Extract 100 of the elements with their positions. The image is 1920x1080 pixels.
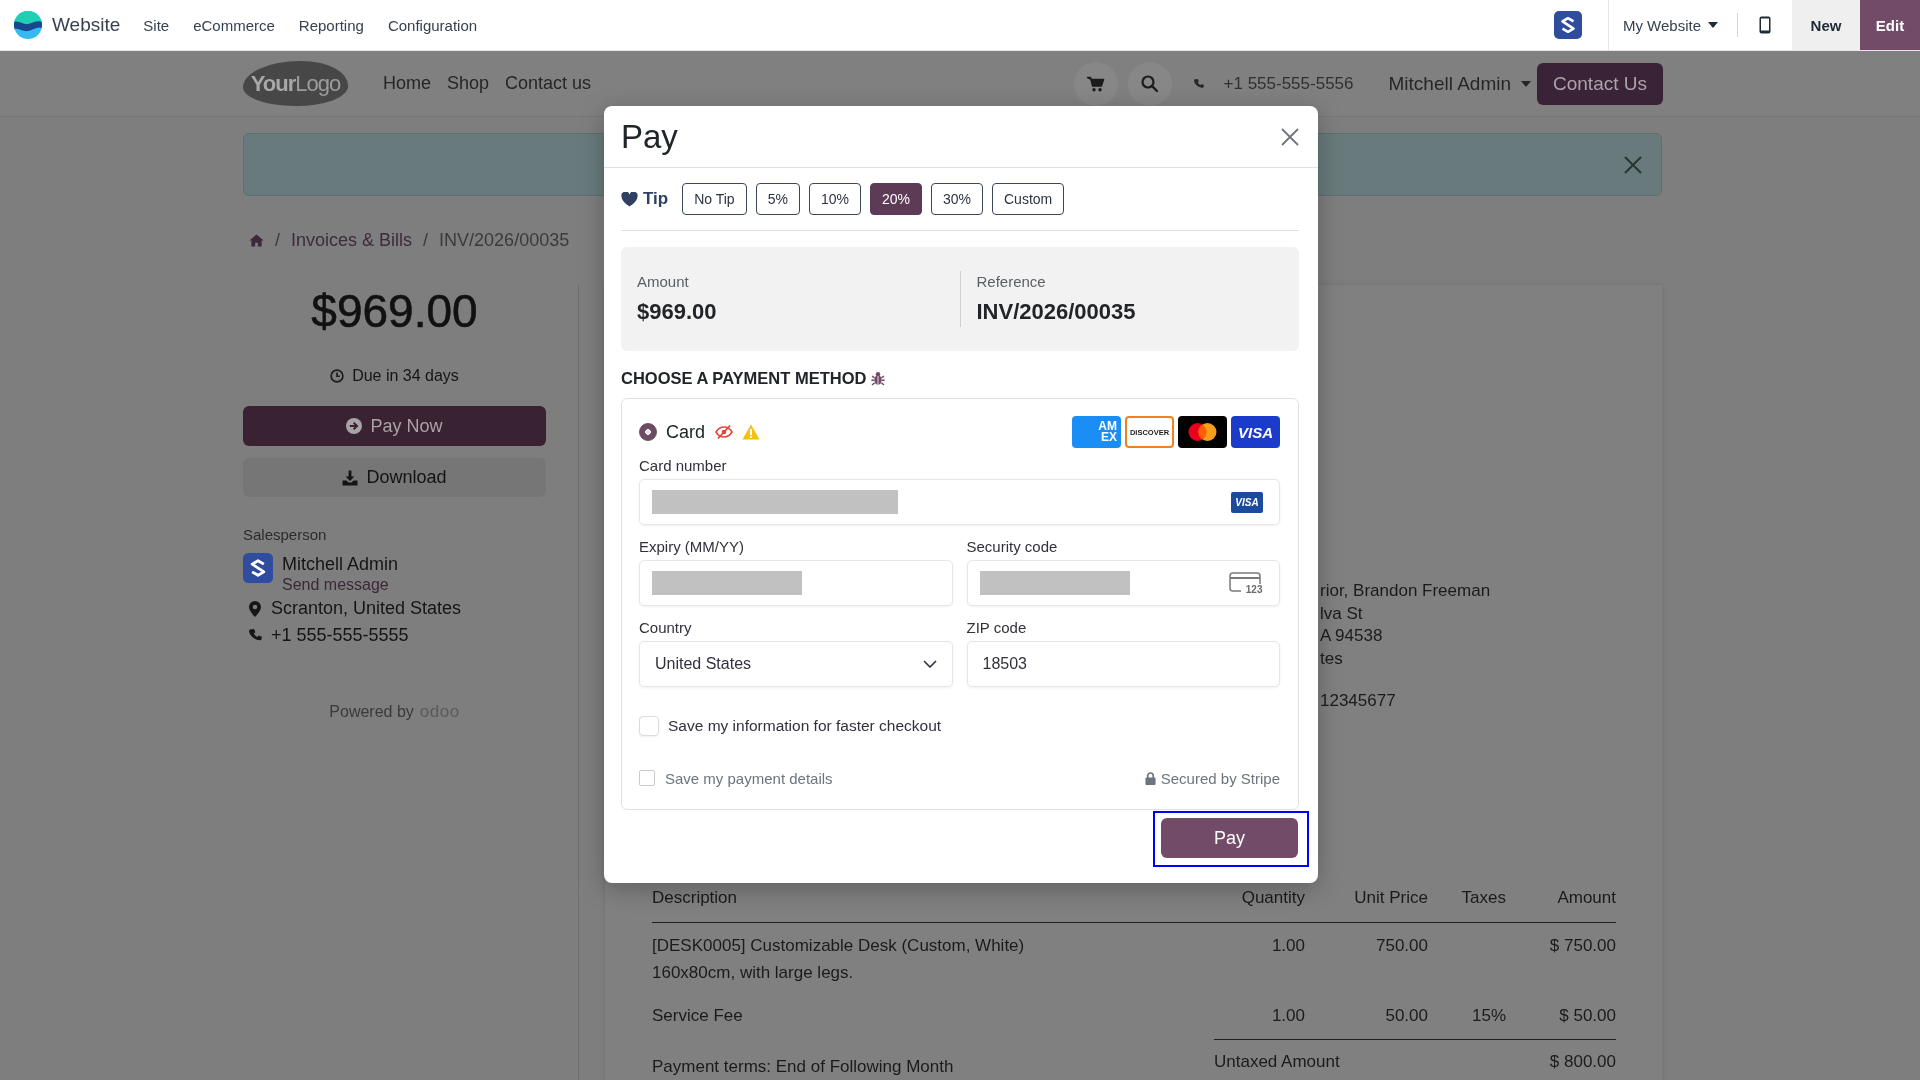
- breadcrumb-separator: /: [423, 229, 429, 251]
- clock-icon: [330, 369, 345, 383]
- nav-link[interactable]: Contact us: [497, 73, 600, 94]
- salesperson-label: Salesperson: [243, 525, 327, 545]
- close-icon[interactable]: [1281, 127, 1299, 146]
- contact-text: Scranton, United States: [271, 597, 462, 620]
- input-field[interactable]: [639, 560, 953, 606]
- powered-by-text: Powered by: [329, 703, 414, 721]
- security-note: Secured by Stripe: [1160, 769, 1280, 787]
- total-value: $ 800.00: [1549, 1050, 1616, 1073]
- summary-label: Amount: [637, 272, 689, 292]
- card-brand-logo: AM EX: [1072, 416, 1121, 448]
- input-field[interactable]: 18503: [966, 641, 1280, 687]
- s-logo-icon[interactable]: [1553, 11, 1582, 39]
- pay-button[interactable]: Pay: [1161, 818, 1298, 858]
- payment-terms: Payment terms: End of Following Month: [652, 1055, 954, 1078]
- checkbox-label: Save my payment details: [665, 769, 833, 787]
- sidebar-button[interactable]: Download: [243, 458, 546, 497]
- contact-text: +1 555-555-5555: [271, 624, 409, 647]
- card-brand-icon: [1178, 416, 1227, 448]
- total-label: Untaxed Amount: [1214, 1050, 1340, 1073]
- table-cell: 1.00: [1271, 1005, 1305, 1025]
- nav-link[interactable]: Home: [375, 73, 439, 94]
- action-button[interactable]: New: [1792, 0, 1860, 50]
- avatar-icon: [243, 553, 273, 583]
- menu-item[interactable]: Reporting: [286, 0, 376, 50]
- reference-value: INV/2026/00035: [976, 298, 1136, 326]
- salesperson-name: Mitchell Admin: [282, 553, 399, 575]
- input-field[interactable]: 123: [966, 560, 1280, 606]
- menu-item[interactable]: Site: [131, 0, 182, 50]
- table-cell: $ 50.00: [1559, 1005, 1616, 1025]
- address-line: tes: [1320, 647, 1343, 670]
- input-field[interactable]: VISA: [639, 479, 1280, 525]
- field-label: Card number: [639, 457, 727, 475]
- due-date: Due in 34 days: [352, 366, 459, 386]
- card-brand-badge: VISA: [1231, 491, 1263, 513]
- breadcrumb-current: INV/2026/00035: [439, 229, 570, 251]
- phone-icon: [1193, 76, 1204, 91]
- method-label: Card: [666, 421, 705, 443]
- home-icon[interactable]: [249, 233, 264, 247]
- table-cell: 50.00: [1385, 1005, 1428, 1025]
- contact-us-button[interactable]: Contact Us: [1537, 62, 1663, 105]
- address-line: A 94538: [1320, 625, 1383, 647]
- map-pin-icon: [249, 600, 261, 617]
- user-menu[interactable]: Mitchell Admin: [1388, 72, 1531, 95]
- caret-icon: [1521, 80, 1531, 87]
- arrow-circle-right-icon: [346, 418, 363, 434]
- id-number: 12345677: [1320, 690, 1396, 712]
- lock-icon: [1144, 771, 1156, 785]
- radio-button[interactable]: [639, 423, 657, 441]
- table-cell: 15%: [1471, 1005, 1506, 1025]
- site-logo[interactable]: YourLogo: [243, 61, 348, 106]
- address-line: lva St: [1320, 602, 1363, 625]
- table-cell: Service Fee: [652, 1005, 743, 1025]
- field-label: Expiry (MM/YY): [639, 538, 744, 556]
- table-cell: $ 750.00: [1549, 935, 1616, 955]
- security-code-hint: 123: [1229, 572, 1263, 594]
- section-heading: CHOOSE A PAYMENT METHOD: [621, 368, 867, 388]
- close-icon[interactable]: [1623, 154, 1643, 175]
- phone-icon: [248, 629, 262, 642]
- amount-value: $969.00: [637, 298, 717, 326]
- summary-label: Reference: [976, 272, 1046, 292]
- tip-option[interactable]: 30%: [930, 183, 983, 215]
- field-label: ZIP code: [966, 619, 1027, 637]
- app-name[interactable]: Website: [52, 14, 121, 36]
- column-header: Quantity: [1241, 887, 1305, 907]
- checkbox[interactable]: [639, 716, 659, 736]
- app-logo-icon[interactable]: [14, 11, 42, 39]
- phone-number: +1 555-555-5556: [1223, 73, 1354, 94]
- tip-option[interactable]: No Tip: [682, 183, 747, 215]
- table-cell: [DESK0005] Customizable Desk (Custom, White) 160x80cm, with large legs.: [652, 935, 1025, 982]
- menu-item[interactable]: Configuration: [375, 0, 490, 50]
- download-icon: [342, 469, 359, 486]
- address-line: rior, Brandon Freeman: [1320, 580, 1491, 602]
- nav-link[interactable]: Shop: [439, 73, 498, 94]
- sidebar-button[interactable]: Pay Now: [243, 406, 546, 446]
- caret-icon: [1708, 22, 1718, 28]
- breadcrumb-separator: /: [275, 229, 280, 251]
- field-label: Security code: [966, 538, 1058, 556]
- menu-item[interactable]: eCommerce: [181, 0, 287, 50]
- column-header: Unit Price: [1354, 887, 1428, 907]
- eye-slash-icon: [715, 424, 733, 440]
- tip-option[interactable]: 5%: [755, 183, 800, 215]
- column-header: Amount: [1557, 887, 1616, 907]
- select-field[interactable]: United States: [639, 641, 953, 687]
- field-label: Country: [639, 619, 692, 637]
- tip-option[interactable]: 10%: [808, 183, 861, 215]
- chevron-down-icon: [922, 660, 937, 668]
- dialog-title: Pay: [621, 116, 678, 157]
- heart-icon: [621, 191, 638, 207]
- tip-option[interactable]: 20%: [869, 183, 922, 215]
- tip-option[interactable]: Custom: [992, 183, 1065, 215]
- smartphone-icon[interactable]: [1759, 16, 1771, 34]
- table-cell: 750.00: [1376, 935, 1428, 955]
- column-header: Description: [652, 887, 738, 907]
- card-brand-logo: VISA: [1231, 416, 1280, 448]
- action-button[interactable]: Edit: [1860, 0, 1920, 50]
- checkbox[interactable]: [639, 770, 655, 786]
- checkbox-label: Save my information for faster checkout: [668, 717, 942, 735]
- column-header: Taxes: [1461, 887, 1506, 907]
